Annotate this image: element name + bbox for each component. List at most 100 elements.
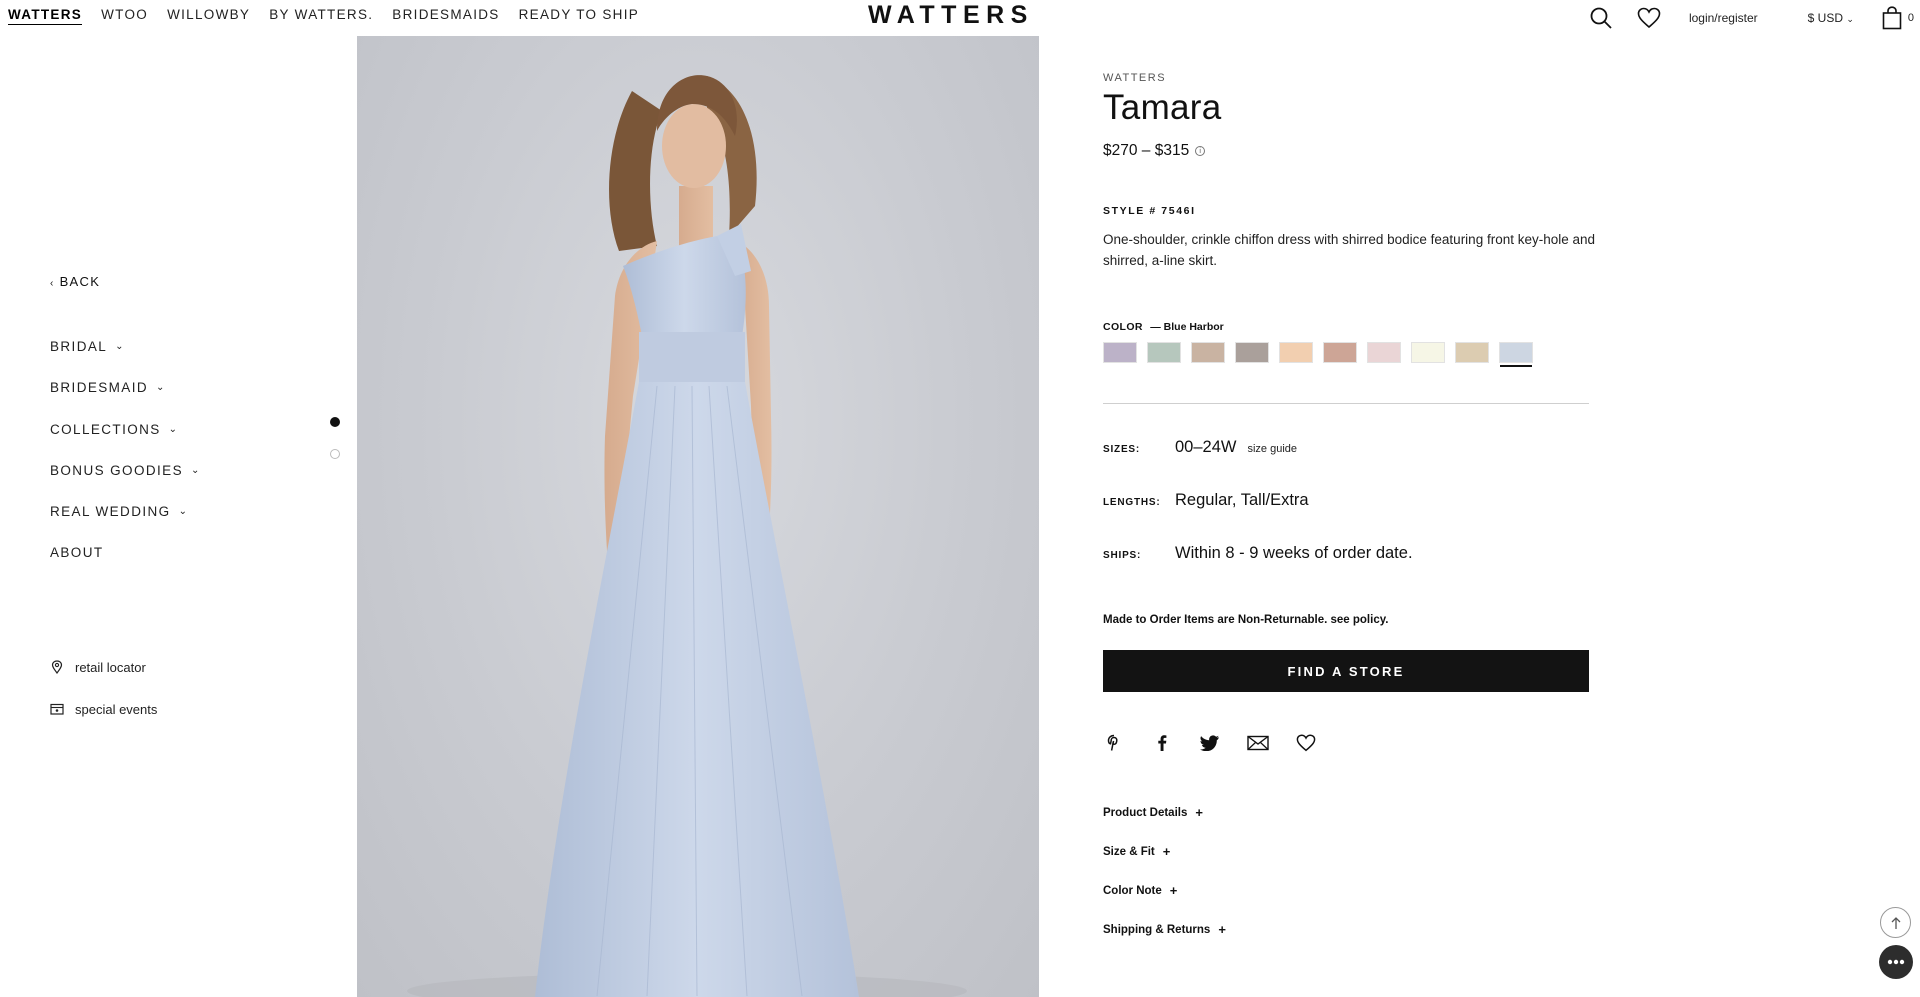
site-logo[interactable]: WATTERS — [868, 1, 1034, 30]
non-returnable-notice: Made to Order Items are Non-Returnable. … — [1103, 614, 1589, 626]
share-icons — [1103, 732, 1589, 754]
plus-icon: + — [1218, 922, 1226, 937]
color-heading: COLOR — Blue Harbor — [1103, 321, 1589, 333]
retail-locator-label: retail locator — [75, 659, 146, 675]
back-label: BACK — [59, 274, 101, 289]
shopping-bag-icon — [1882, 6, 1902, 30]
nav-link-ready-to-ship[interactable]: READY TO SHIP — [519, 7, 639, 25]
nav-link-bridesmaids[interactable]: BRIDESMAIDS — [392, 7, 499, 25]
wishlist-heart-icon[interactable] — [1295, 732, 1317, 754]
color-label: COLOR — [1103, 321, 1143, 333]
side-menu-label: BRIDAL — [50, 339, 108, 354]
see-policy-link[interactable]: see policy. — [1331, 614, 1389, 626]
price-range: $270 – $315 — [1103, 142, 1190, 159]
search-icon[interactable] — [1589, 6, 1613, 30]
sizes-value: 00–24W — [1175, 438, 1237, 456]
brand-nav: WATTERS WTOO WILLOWBY BY WATTERS. BRIDES… — [8, 7, 658, 25]
product-specs: SIZES: 00–24W size guide LENGTHS: Regula… — [1103, 438, 1589, 563]
nav-link-watters[interactable]: WATTERS — [8, 7, 83, 25]
selected-color-name: — Blue Harbor — [1150, 321, 1224, 333]
accordion-product-details[interactable]: Product Details + — [1103, 805, 1589, 846]
chevron-left-icon: ‹ — [50, 278, 55, 289]
wishlist-icon[interactable] — [1637, 7, 1661, 29]
currency-label: $ USD — [1807, 11, 1843, 25]
color-swatches — [1103, 342, 1589, 367]
special-events-link[interactable]: special events — [50, 688, 157, 730]
email-icon[interactable] — [1247, 732, 1269, 754]
product-info: WATTERS Tamara $270 – $315 i STYLE # 754… — [1103, 72, 1595, 963]
accordion-shipping-returns[interactable]: Shipping & Returns + — [1103, 922, 1589, 963]
color-swatch[interactable] — [1103, 342, 1137, 363]
gallery-dot[interactable] — [330, 449, 340, 459]
arrow-up-icon — [1891, 916, 1900, 929]
chat-button[interactable] — [1879, 945, 1913, 979]
scroll-to-top-button[interactable] — [1880, 907, 1911, 938]
color-swatch[interactable] — [1279, 342, 1313, 363]
product-image[interactable] — [357, 36, 1039, 997]
side-menu-bonus-goodies[interactable]: BONUS GOODIES ⌄ — [50, 463, 201, 504]
header-actions: login/register $ USD ⌄ 0 — [1589, 4, 1920, 32]
chevron-down-icon: ⌄ — [1846, 14, 1854, 24]
nav-link-by-watters[interactable]: BY WATTERS. — [269, 7, 373, 25]
size-guide-link[interactable]: size guide — [1247, 443, 1297, 455]
facebook-icon[interactable] — [1151, 732, 1173, 754]
login-register-link[interactable]: login/register — [1689, 11, 1758, 25]
ships-row: SHIPS: Within 8 - 9 weeks of order date. — [1103, 544, 1589, 563]
non-returnable-text: Made to Order Items are Non-Returnable. — [1103, 614, 1328, 626]
color-swatch[interactable] — [1147, 342, 1181, 363]
accordion-label: Product Details — [1103, 807, 1188, 819]
find-a-store-button[interactable]: FIND A STORE — [1103, 650, 1589, 692]
side-menu-collections[interactable]: COLLECTIONS ⌄ — [50, 422, 201, 463]
side-menu-bridal[interactable]: BRIDAL ⌄ — [50, 339, 201, 380]
color-swatch[interactable] — [1367, 342, 1401, 363]
back-link[interactable]: ‹ BACK — [50, 274, 100, 289]
ships-value: Within 8 - 9 weeks of order date. — [1175, 544, 1413, 562]
cart-button[interactable]: 0 — [1882, 6, 1920, 30]
plus-icon: + — [1195, 805, 1203, 820]
category-menu: BRIDAL ⌄ BRIDESMAID ⌄ COLLECTIONS ⌄ BONUS G… — [50, 339, 201, 587]
ships-label: SHIPS: — [1103, 550, 1142, 561]
side-menu-about[interactable]: ABOUT — [50, 545, 201, 586]
lengths-row: LENGTHS: Regular, Tall/Extra — [1103, 491, 1589, 510]
color-swatch[interactable] — [1411, 342, 1445, 363]
side-menu-bridesmaid[interactable]: BRIDESMAID ⌄ — [50, 380, 201, 421]
chevron-down-icon: ⌄ — [115, 341, 125, 352]
accordion-label: Size & Fit — [1103, 846, 1155, 858]
utility-links: retail locator special events — [50, 646, 157, 730]
gallery-dot-active[interactable] — [330, 417, 340, 427]
color-swatch[interactable] — [1235, 342, 1269, 363]
chat-bubble-icon — [1887, 959, 1905, 965]
nav-link-willowby[interactable]: WILLOWBY — [167, 7, 250, 25]
color-swatch[interactable] — [1323, 342, 1357, 363]
side-menu-label: REAL WEDDING — [50, 504, 171, 520]
plus-icon: + — [1169, 883, 1178, 898]
gallery-pagination — [330, 417, 340, 481]
color-swatch[interactable] — [1455, 342, 1489, 363]
chevron-down-icon: ⌄ — [168, 423, 179, 435]
pinterest-icon[interactable] — [1103, 732, 1125, 754]
accordion-color-note[interactable]: Color Note + — [1103, 883, 1589, 924]
retail-locator-link[interactable]: retail locator — [50, 646, 157, 688]
accordion-size-fit[interactable]: Size & Fit + — [1103, 844, 1589, 885]
sizes-row: SIZES: 00–24W size guide — [1103, 438, 1589, 457]
color-swatch[interactable] — [1499, 342, 1533, 367]
chevron-down-icon: ⌄ — [156, 382, 166, 394]
accordion-label: Shipping & Returns — [1103, 924, 1211, 936]
style-number: STYLE # 7546I — [1103, 205, 1196, 217]
product-price: $270 – $315 i — [1103, 142, 1589, 160]
dress-illustration — [407, 75, 967, 997]
plus-icon: + — [1162, 844, 1171, 859]
side-menu-real-wedding[interactable]: REAL WEDDING ⌄ — [50, 504, 201, 545]
currency-select[interactable]: $ USD ⌄ — [1808, 11, 1854, 25]
side-menu-label: BRIDESMAID — [50, 380, 149, 396]
lengths-value: Regular, Tall/Extra — [1175, 491, 1309, 509]
color-swatch[interactable] — [1191, 342, 1225, 363]
product-title: Tamara — [1103, 88, 1222, 127]
twitter-icon[interactable] — [1199, 732, 1221, 754]
chevron-down-icon: ⌄ — [190, 464, 201, 476]
map-pin-icon — [50, 660, 64, 674]
price-info-icon[interactable]: i — [1195, 146, 1206, 156]
special-events-label: special events — [75, 701, 158, 717]
nav-link-wtoo[interactable]: WTOO — [101, 7, 148, 25]
chevron-down-icon: ⌄ — [178, 506, 189, 518]
